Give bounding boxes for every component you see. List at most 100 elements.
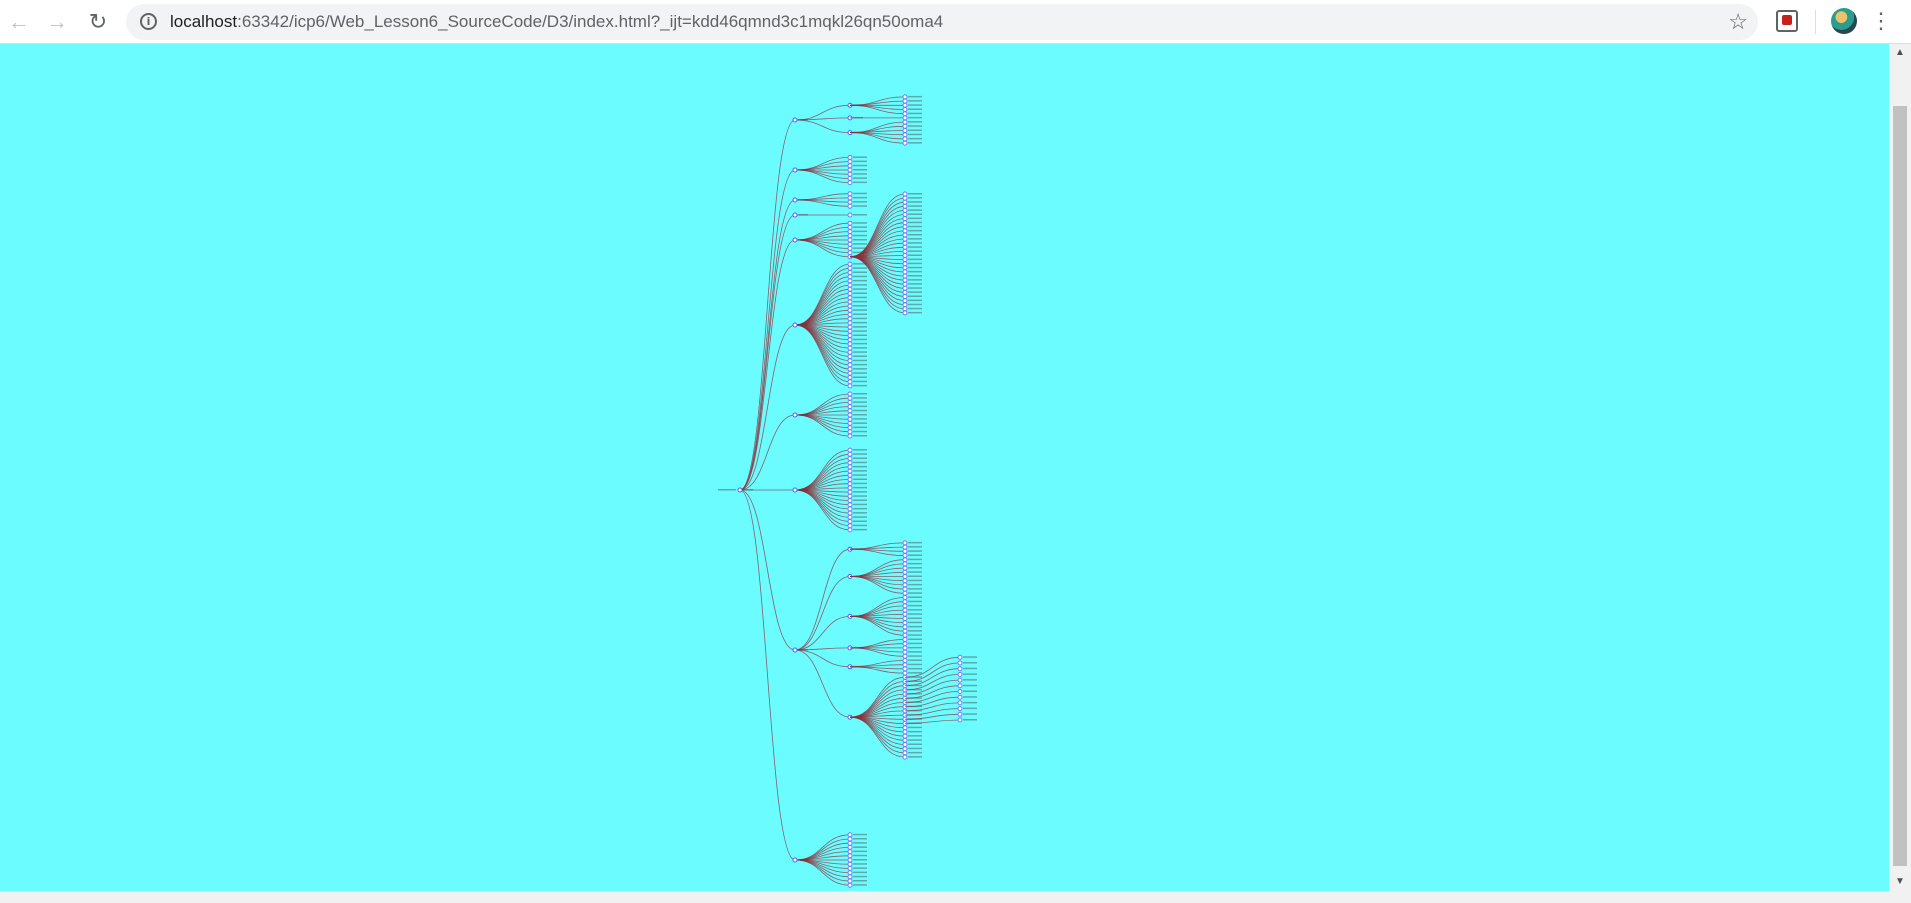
tree-node-label — [963, 673, 977, 675]
address-bar[interactable]: i localhost:63342/icp6/Web_Lesson6_Sourc… — [126, 4, 1758, 40]
tree-leaf-node — [847, 299, 853, 305]
tree-leaf-node — [902, 616, 908, 621]
tree-node-label — [908, 571, 922, 573]
kebab-menu-icon[interactable]: ⋮ — [1870, 8, 1892, 36]
tree-leaf-node — [847, 395, 853, 401]
tree-node-label — [963, 707, 977, 710]
tree-leaf-node — [847, 506, 853, 512]
tree-leaf-node — [957, 660, 963, 666]
tree-leaf-node — [847, 460, 853, 466]
tree-node-label — [853, 842, 867, 844]
tree-link — [739, 169, 796, 491]
profile-avatar[interactable] — [1831, 8, 1857, 34]
tree-leaf-node — [847, 345, 853, 351]
tree-node-label — [908, 311, 922, 314]
tree-node-label — [853, 461, 867, 464]
reload-button[interactable]: ↻ — [82, 6, 114, 38]
tree-node-label — [853, 384, 867, 387]
tree-node-label — [908, 583, 922, 586]
tree-node-label — [853, 372, 867, 374]
tree-leaf-node — [847, 229, 853, 235]
tree-node-label — [853, 368, 867, 370]
tree-link — [849, 685, 906, 718]
extension-icon[interactable] — [1776, 10, 1798, 32]
tree-leaf-node — [902, 191, 908, 197]
tree-node-label — [853, 833, 867, 836]
tree-node-label — [853, 850, 867, 853]
tree-node-label — [853, 503, 867, 506]
tree-node-label — [908, 246, 922, 248]
tree-leaf-node — [847, 477, 853, 482]
tree-node-label — [853, 363, 867, 366]
tree-link — [794, 489, 851, 518]
tree-leaf-node — [847, 523, 853, 529]
tree-node-label — [908, 303, 922, 306]
horizontal-scrollbar[interactable] — [0, 891, 1911, 903]
tree-leaf-node — [902, 611, 908, 617]
tree-branch-node — [792, 237, 798, 243]
tree-node-label — [853, 838, 867, 840]
tree-leaf-node — [847, 241, 853, 247]
tree-node-label — [908, 209, 922, 211]
tree-link — [849, 716, 906, 745]
tree-node-label — [853, 309, 867, 311]
vertical-scrollbar[interactable]: ▲ ▼ — [1889, 44, 1911, 891]
tree-leaf-node — [902, 653, 908, 659]
scroll-down-arrow-icon[interactable]: ▼ — [1889, 873, 1911, 891]
tree-leaf-node — [902, 658, 908, 663]
tree-node-label — [853, 470, 867, 472]
tree-leaf-node — [847, 250, 853, 256]
tree-node-label — [908, 554, 922, 556]
tree-leaf-node — [902, 628, 908, 634]
tree-leaf-node — [902, 754, 908, 760]
tree-leaf-node — [847, 312, 853, 317]
tree-leaf-node — [902, 578, 908, 584]
tree-leaf-node — [847, 408, 853, 414]
tree-link — [849, 121, 906, 133]
tree-node-label — [908, 133, 922, 136]
tree-link — [739, 214, 796, 491]
tree-node-label — [963, 679, 977, 681]
tree-leaf-node — [847, 199, 853, 205]
tree-node-label — [853, 222, 867, 224]
tree-node-label — [853, 875, 867, 878]
scrollbar-thumb[interactable] — [1893, 106, 1907, 866]
tree-node-label — [853, 867, 867, 869]
tree-branch-node — [792, 212, 798, 218]
forward-button[interactable]: → — [41, 6, 73, 38]
tree-leaf-node — [902, 195, 908, 201]
tree-node-label — [853, 449, 867, 451]
tree-node-label — [908, 287, 922, 289]
tree-node-label — [908, 751, 922, 754]
tree-leaf-node — [847, 420, 853, 426]
tree-leaf-node — [847, 464, 853, 470]
info-icon[interactable]: i — [140, 13, 157, 30]
tree-node-label — [853, 426, 867, 429]
tree-branch-node — [792, 167, 798, 173]
tree-node-label — [908, 726, 922, 729]
tree-leaf-node — [902, 553, 908, 558]
url-text[interactable]: localhost:63342/icp6/Web_Lesson6_SourceC… — [170, 4, 943, 40]
back-button[interactable]: ← — [3, 6, 35, 38]
tree-node-label — [853, 234, 867, 237]
tree-leaf-node — [847, 265, 853, 271]
tree-leaf-node — [902, 637, 908, 642]
scroll-up-arrow-icon[interactable]: ▲ — [1889, 44, 1911, 62]
tree-leaf-node — [847, 853, 853, 859]
tree-branch-node — [792, 857, 798, 863]
tree-link — [794, 489, 851, 522]
tree-node-label — [853, 486, 867, 489]
tree-node-label — [908, 651, 922, 653]
tree-node-label — [798, 214, 808, 216]
tree-node-label — [908, 283, 922, 285]
star-icon[interactable]: ☆ — [1728, 8, 1748, 36]
tree-branch-node — [792, 117, 798, 123]
tree-leaf-node — [902, 582, 908, 588]
tree-node-label — [853, 169, 867, 171]
tree-leaf-node — [902, 750, 908, 756]
tree-link — [794, 119, 851, 133]
arrow-left-icon: ← — [8, 9, 30, 34]
tree-leaf-node — [902, 240, 908, 246]
tree-node-label — [908, 213, 922, 215]
tree-node-label — [853, 284, 867, 286]
